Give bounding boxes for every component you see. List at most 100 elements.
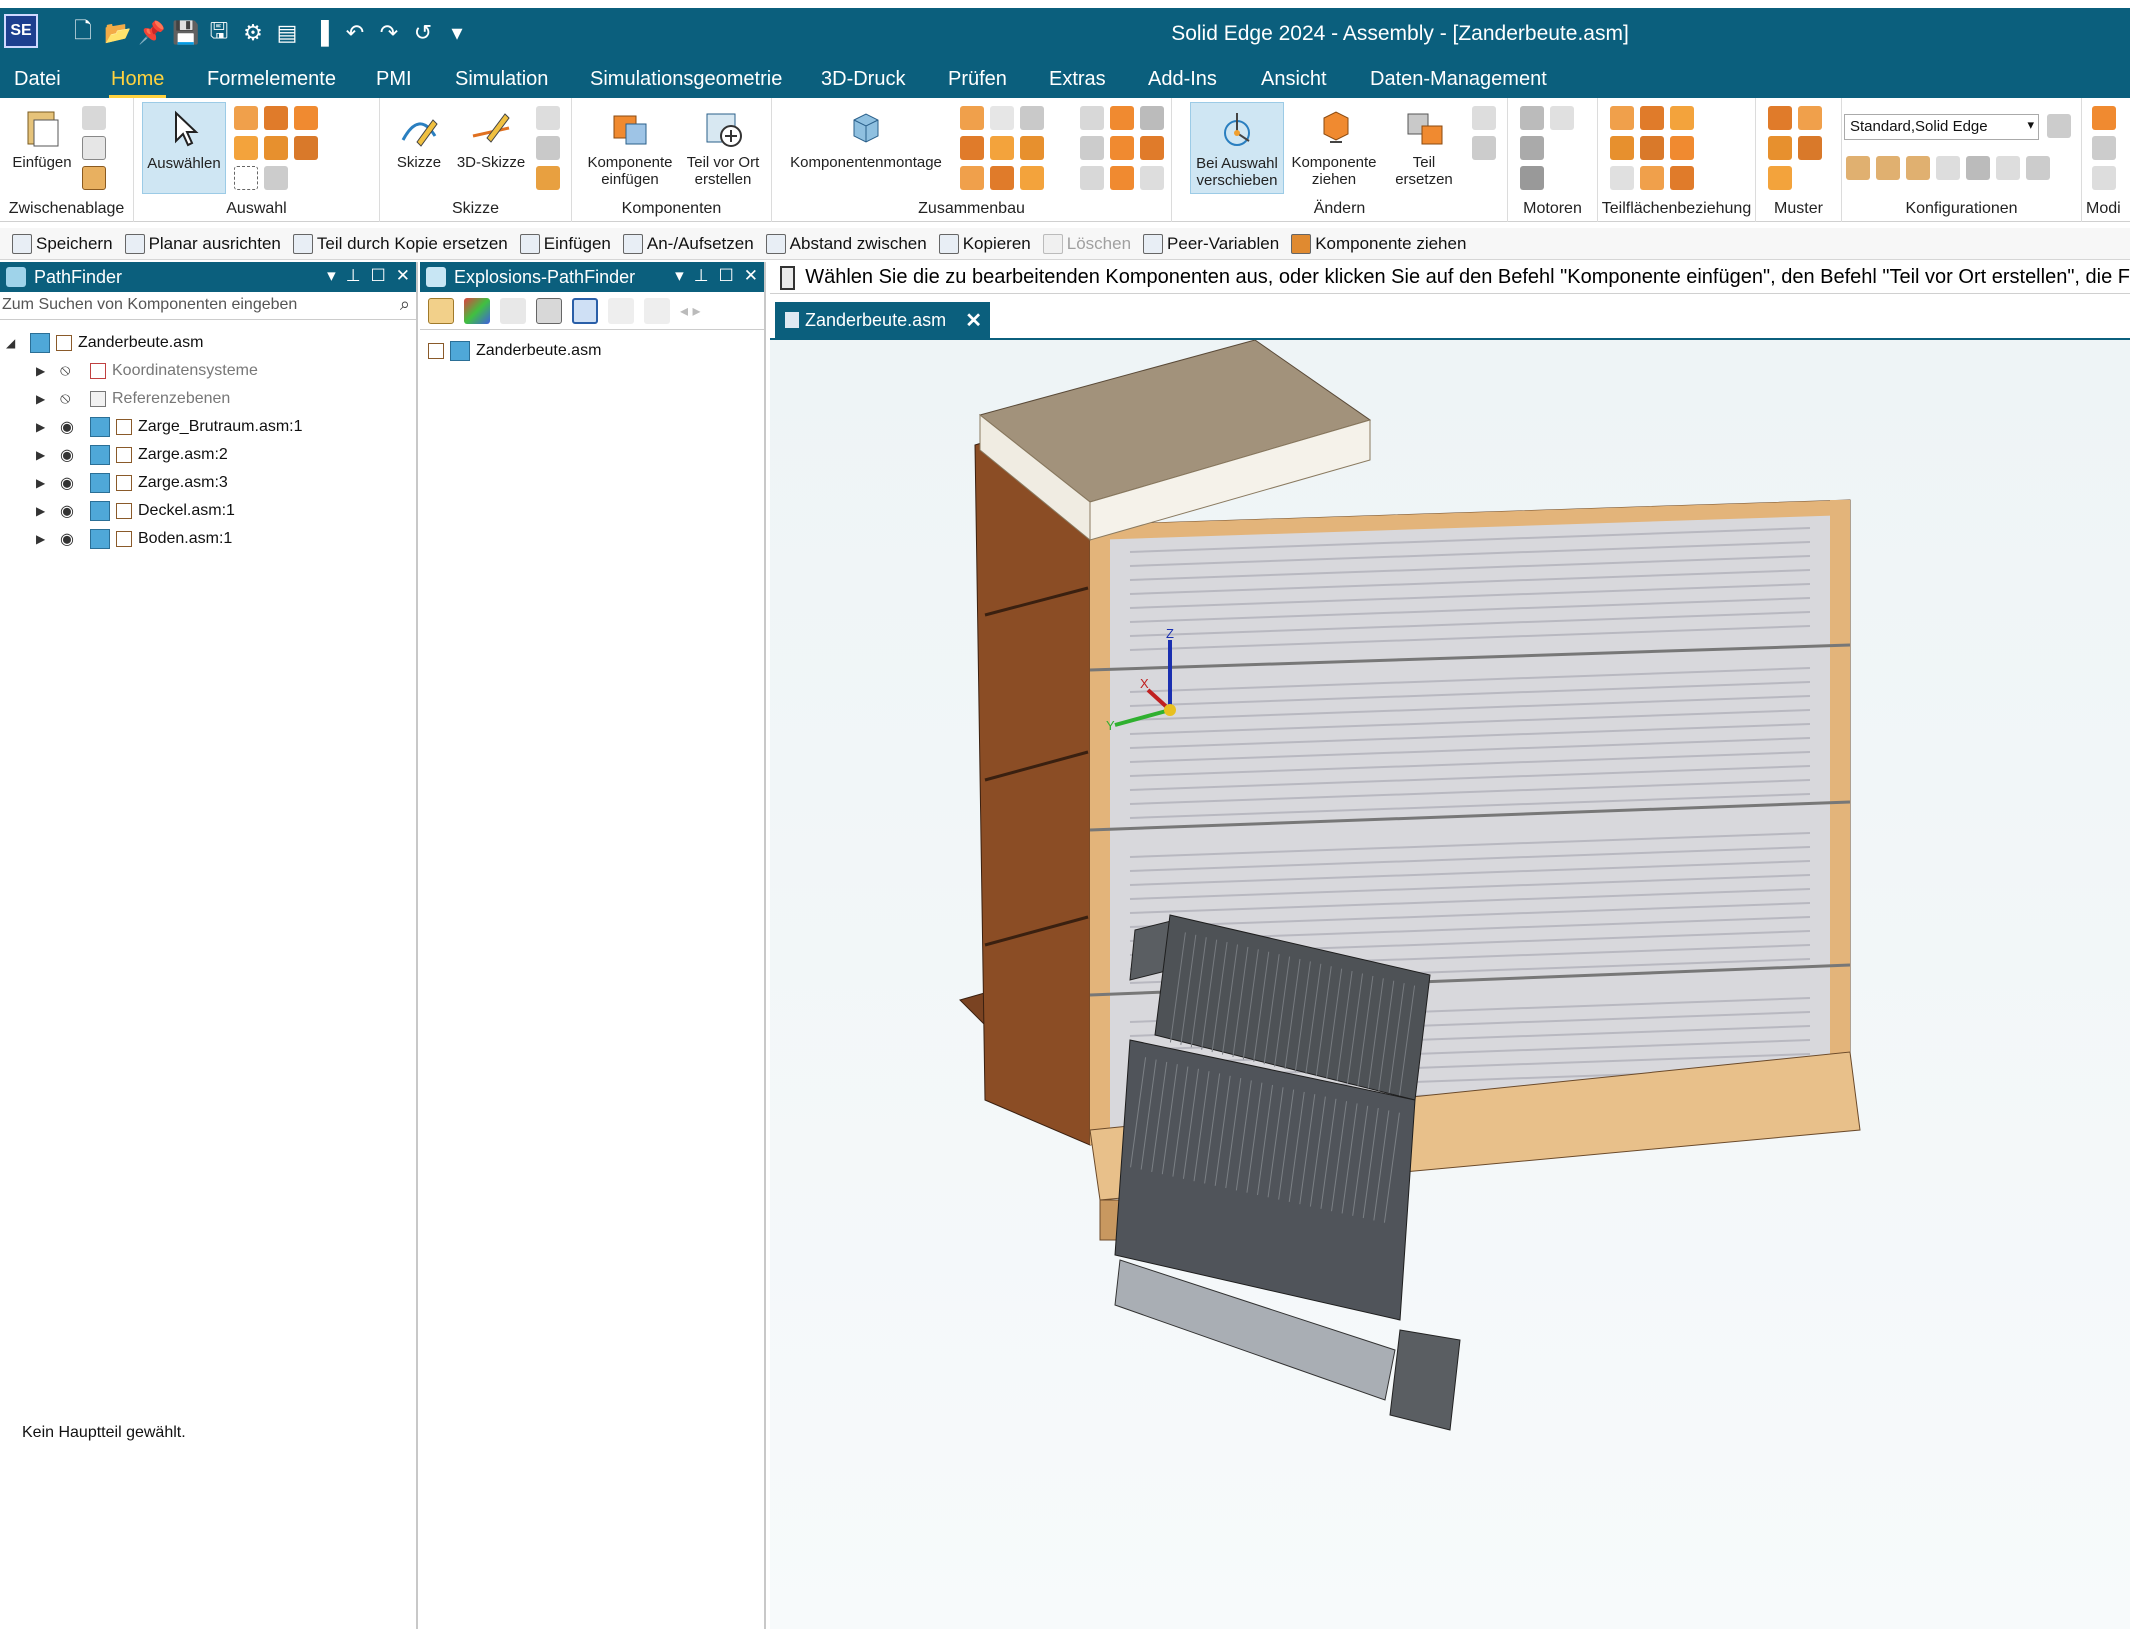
motor-table-icon[interactable] <box>1520 166 1544 190</box>
filter-icon[interactable] <box>234 106 258 130</box>
an-aufsetzen-button[interactable]: An-/Aufsetzen <box>622 233 754 254</box>
hidden-eye-icon[interactable]: ⦸ <box>60 390 82 408</box>
tab-daten-management[interactable]: Daten-Management <box>1370 68 1547 91</box>
assembly-scene[interactable]: Z Y X <box>770 340 2130 1629</box>
chevron-down-icon[interactable]: ▾ <box>675 266 684 286</box>
table-icon[interactable] <box>1140 106 1164 130</box>
face-relate-8-icon[interactable] <box>1640 166 1664 190</box>
chevron-down-icon[interactable]: ▾ <box>327 266 336 286</box>
distance-icon[interactable] <box>1110 106 1134 130</box>
repeat-icon[interactable]: ↺ <box>410 20 436 46</box>
expand-arrow-icon[interactable]: ◢ <box>6 336 20 350</box>
select-tool-icon[interactable] <box>264 106 288 130</box>
transfer-icon[interactable] <box>1472 106 1496 130</box>
teil-durch-kopie-ersetzen-button[interactable]: Teil durch Kopie ersetzen <box>292 233 508 254</box>
teil-vor-ort-button[interactable]: Teil vor Ort erstellen <box>682 106 764 188</box>
face-relate-4-icon[interactable] <box>1610 136 1634 160</box>
collapsed-arrow-icon[interactable]: ▶ <box>36 532 50 546</box>
face-relate-9-icon[interactable] <box>1670 166 1694 190</box>
search-icon[interactable]: ⌕ <box>400 294 410 315</box>
collapsed-arrow-icon[interactable]: ▶ <box>36 504 50 518</box>
split-icon[interactable]: ▐ <box>308 20 334 46</box>
face-relate-5-icon[interactable] <box>1640 136 1664 160</box>
mode-2-icon[interactable] <box>2092 136 2116 160</box>
sketch-copy-icon[interactable] <box>536 136 560 160</box>
bind-icon[interactable] <box>644 297 670 324</box>
config-4-icon[interactable] <box>1936 156 1960 180</box>
component-search-field[interactable]: Zum Suchen von Komponenten eingeben ⌕ <box>0 292 416 320</box>
config-3-icon[interactable] <box>1906 156 1930 180</box>
simulate-motor-icon[interactable] <box>1520 136 1544 160</box>
tab-add-ins[interactable]: Add-Ins <box>1148 68 1217 91</box>
triad-origin[interactable] <box>1164 704 1176 716</box>
tab-formelemente[interactable]: Formelemente <box>207 68 336 91</box>
center-icon[interactable] <box>1110 136 1134 160</box>
paste-special-icon[interactable] <box>82 166 106 190</box>
graphics-viewport[interactable]: Z Y X <box>770 340 2130 1629</box>
auswaehlen-button[interactable]: Auswählen <box>142 102 226 194</box>
angle-icon[interactable] <box>1020 106 1044 130</box>
cut-icon[interactable] <box>82 106 106 130</box>
symmetric-icon[interactable] <box>1140 136 1164 160</box>
tree-item-boden[interactable]: ▶ ◉ Boden.asm:1 <box>36 526 232 552</box>
planar-ausrichten-button[interactable]: Planar ausrichten <box>124 233 281 254</box>
tab-pruefen[interactable]: Prüfen <box>948 68 1007 91</box>
cam-icon[interactable] <box>990 166 1014 190</box>
face-relate-7-icon[interactable] <box>1610 166 1634 190</box>
disperse-icon[interactable] <box>1472 136 1496 160</box>
flag-icon[interactable] <box>294 106 318 130</box>
motor-icon[interactable] <box>1520 106 1544 130</box>
eye-icon[interactable]: ◉ <box>60 417 82 437</box>
config-5-icon[interactable] <box>1966 156 1990 180</box>
key-icon[interactable] <box>500 297 526 324</box>
lasso-icon[interactable] <box>234 166 258 190</box>
insert-icon[interactable] <box>1020 136 1044 160</box>
close-icon[interactable]: ✕ <box>744 266 758 286</box>
config-1-icon[interactable] <box>1846 156 1870 180</box>
hand-icon[interactable] <box>1550 106 1574 130</box>
skizze-3d-button[interactable]: 3D-Skizze <box>452 106 530 171</box>
config-2-icon[interactable] <box>1876 156 1900 180</box>
hidden-eye-icon[interactable]: ⦸ <box>60 362 82 380</box>
face-relate-6-icon[interactable] <box>1670 136 1694 160</box>
planar-icon[interactable] <box>960 136 984 160</box>
tab-ansicht[interactable]: Ansicht <box>1261 68 1327 91</box>
config-6-icon[interactable] <box>1996 156 2020 180</box>
peer-variablen-button[interactable]: Peer-Variablen <box>1143 233 1279 254</box>
config-7-icon[interactable] <box>2026 156 2050 180</box>
explosion-tree-root[interactable]: Zanderbeute.asm <box>428 338 601 364</box>
flow-icon[interactable] <box>608 297 634 324</box>
eye-icon[interactable]: ◉ <box>60 473 82 493</box>
kopieren-button[interactable]: Kopieren <box>938 233 1031 254</box>
undo-icon[interactable]: ↶ <box>342 20 368 46</box>
document-tab[interactable]: Zanderbeute.asm ✕ <box>775 302 990 338</box>
configuration-select[interactable]: Standard,Solid Edge ▾ <box>1844 114 2039 140</box>
einfuegen-command-button[interactable]: Einfügen <box>519 233 611 254</box>
stack-icon[interactable] <box>264 136 288 160</box>
face-relate-1-icon[interactable] <box>1610 106 1634 130</box>
teil-ersetzen-button[interactable]: Teil ersetzen <box>1382 106 1466 188</box>
collapsed-arrow-icon[interactable]: ▶ <box>36 448 50 462</box>
collapsed-arrow-icon[interactable]: ▶ <box>36 476 50 490</box>
axial-icon[interactable] <box>990 136 1014 160</box>
pattern-icon[interactable] <box>1768 106 1792 130</box>
tree-item-zarge-2[interactable]: ▶ ◉ Zarge.asm:2 <box>36 442 228 468</box>
bei-auswahl-verschieben-button[interactable]: Bei Auswahl verschieben <box>1190 102 1284 194</box>
prompt-bar-icon[interactable] <box>780 265 796 290</box>
tree-item-zarge-brutraum[interactable]: ▶ ◉ Zarge_Brutraum.asm:1 <box>36 414 303 440</box>
face-relate-3-icon[interactable] <box>1670 106 1694 130</box>
tree-item-referenzebenen[interactable]: ▶ ⦸ Referenzebenen <box>36 386 230 412</box>
layers-icon[interactable] <box>536 297 562 324</box>
mode-3-icon[interactable] <box>2092 166 2116 190</box>
skizze-button[interactable]: Skizze <box>392 106 446 171</box>
save-as-icon[interactable]: 🖫 <box>206 14 232 52</box>
sketch-plane-icon[interactable] <box>536 106 560 130</box>
abstand-zwischen-button[interactable]: Abstand zwischen <box>765 233 927 254</box>
einfuegen-button[interactable]: Einfügen <box>8 106 76 171</box>
redo-icon[interactable]: ↷ <box>376 20 402 46</box>
close-icon[interactable]: ✕ <box>396 266 410 286</box>
collapsed-arrow-icon[interactable]: ▶ <box>36 392 50 406</box>
copy-icon[interactable] <box>82 136 106 160</box>
new-file-icon[interactable]: 🗋 <box>70 14 96 52</box>
komponentenmontage-button[interactable]: Komponentenmontage <box>782 106 950 171</box>
